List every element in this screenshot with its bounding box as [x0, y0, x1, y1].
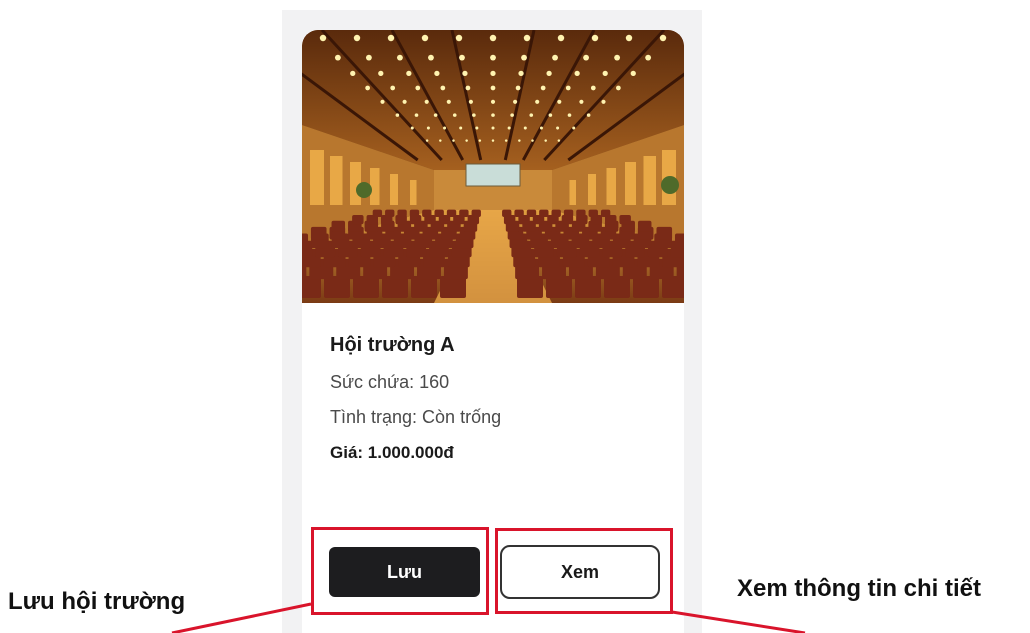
screenshot-stage: Hội trường A Sức chứa: 160 Tình trạng: C… [0, 0, 1030, 633]
hall-price: Giá: 1.000.000đ [330, 443, 454, 462]
hall-status: Tình trạng: Còn trống [330, 407, 502, 427]
save-highlight-box [311, 527, 489, 615]
hall-name: Hội trường A [330, 334, 455, 356]
save-callout-label: Lưu hội trường [8, 588, 186, 615]
hall-capacity: Sức chứa: 160 [330, 372, 450, 392]
view-highlight-box [495, 528, 673, 614]
view-callout-label: Xem thông tin chi tiết [737, 575, 981, 602]
hall-photo-illustration [302, 30, 684, 303]
hall-photo [302, 30, 684, 303]
